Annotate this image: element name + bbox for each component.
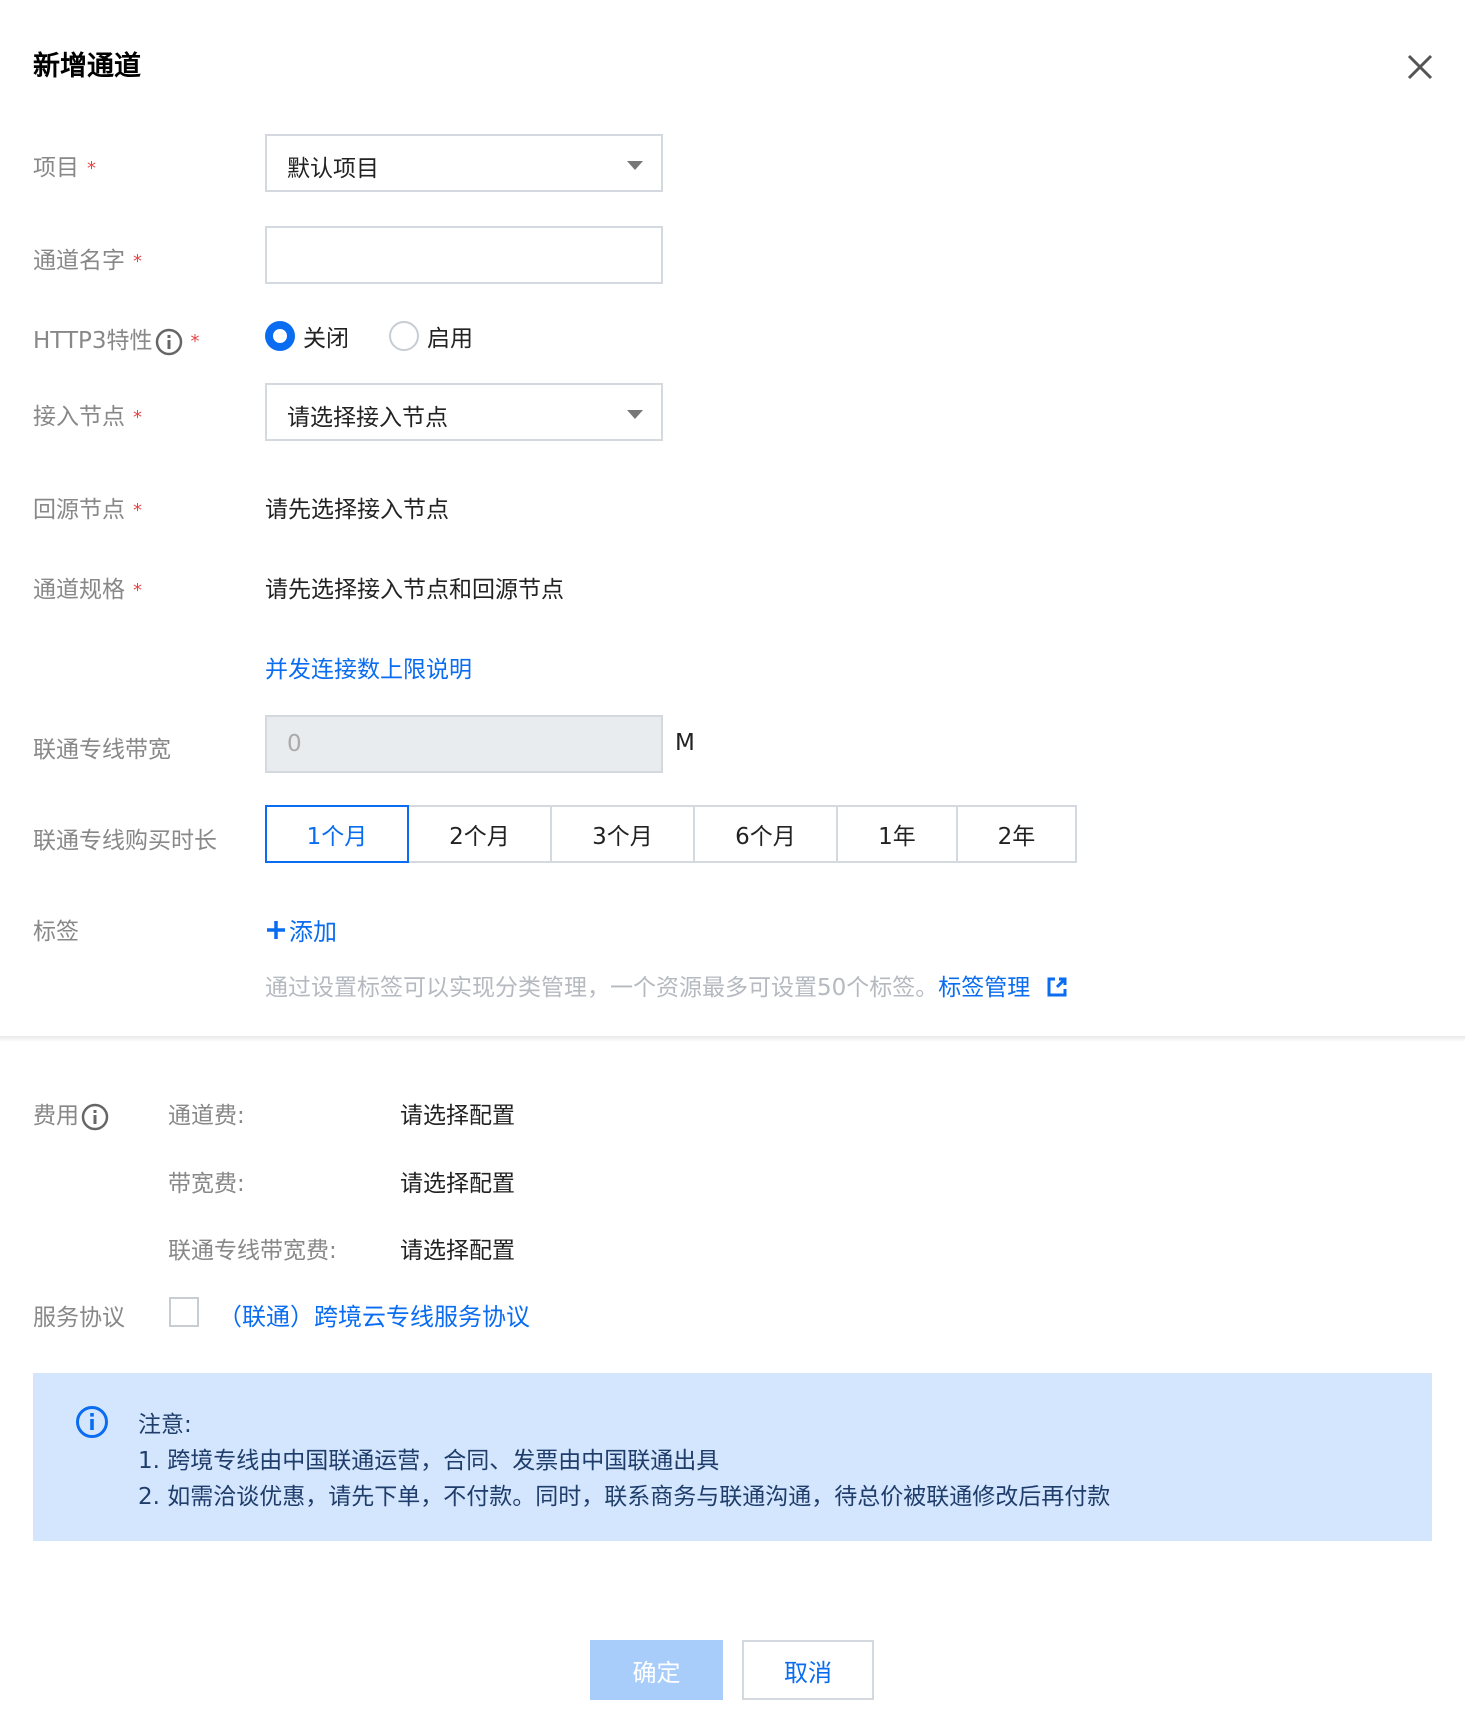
required-mark: * [190, 331, 200, 352]
notice-box: 注意: 1. 跨境专线由中国联通运营，合同、发票由中国联通出具 2. 如需洽谈优… [33, 1373, 1432, 1541]
duration-option-2m[interactable]: 2个月 [409, 805, 552, 863]
fee-value: 请选择配置 [400, 1238, 515, 1264]
caret-down-icon [627, 410, 643, 419]
duration-option-1m[interactable]: 1个月 [265, 805, 409, 863]
radio-checked-icon [265, 321, 295, 351]
duration-option-1y[interactable]: 1年 [838, 805, 958, 863]
origin-node-value: 请先选择接入节点 [265, 497, 449, 523]
notice-line: 1. 跨境专线由中国联通运营，合同、发票由中国联通出具 [138, 1448, 720, 1474]
fees-label: 费用 [33, 1096, 109, 1131]
duration-label: 联通专线购买时长 [33, 828, 217, 854]
fee-key: 通道费: [168, 1103, 245, 1129]
radio-label: 启用 [427, 326, 473, 352]
concurrency-limit-link[interactable]: 并发连接数上限说明 [265, 650, 472, 684]
fee-value: 请选择配置 [400, 1171, 515, 1197]
duration-option-3m[interactable]: 3个月 [552, 805, 695, 863]
confirm-button[interactable]: 确定 [590, 1640, 723, 1700]
agreement-label: 服务协议 [33, 1305, 125, 1331]
required-mark: * [87, 158, 96, 179]
required-mark: * [133, 580, 142, 601]
http3-radio-on[interactable]: 启用 [389, 319, 473, 353]
access-node-select-value: 请选择接入节点 [287, 405, 448, 431]
notice-title: 注意: [138, 1412, 192, 1438]
tags-hint: 通过设置标签可以实现分类管理，一个资源最多可设置50个标签。标签管理 [265, 968, 1068, 1002]
required-mark: * [133, 500, 142, 521]
add-tag-label: 添加 [289, 918, 337, 946]
origin-node-label: 回源节点 * [33, 497, 142, 523]
project-label: 项目 * [33, 155, 96, 181]
project-select[interactable]: 默认项目 [265, 134, 663, 192]
fee-key: 带宽费: [168, 1171, 245, 1197]
http3-label: HTTP3特性 * [33, 328, 200, 356]
external-link-icon[interactable] [1046, 976, 1068, 998]
tags-label: 标签 [33, 919, 79, 945]
agreement-link[interactable]: （联通）跨境云专线服务协议 [218, 1297, 530, 1332]
duration-option-6m[interactable]: 6个月 [695, 805, 838, 863]
required-mark: * [133, 251, 142, 272]
close-icon[interactable] [1405, 52, 1435, 82]
tag-management-link[interactable]: 标签管理 [938, 975, 1030, 1001]
info-icon[interactable] [81, 1103, 109, 1131]
section-divider [0, 1036, 1465, 1042]
fee-key: 联通专线带宽费: [168, 1238, 337, 1264]
spec-label: 通道规格 * [33, 577, 142, 603]
duration-segmented: 1个月 2个月 3个月 6个月 1年 2年 [265, 805, 1077, 863]
fee-value: 请选择配置 [400, 1103, 515, 1129]
radio-unchecked-icon [389, 321, 419, 351]
plus-icon [267, 920, 285, 939]
info-icon[interactable] [155, 328, 183, 356]
required-mark: * [133, 407, 142, 428]
access-node-select[interactable]: 请选择接入节点 [265, 383, 663, 441]
notice-line: 2. 如需洽谈优惠，请先下单，不付款。同时，联系商务与联通沟通，待总价被联通修改… [138, 1484, 1111, 1510]
dialog-title: 新增通道 [33, 51, 141, 82]
tags-hint-text: 通过设置标签可以实现分类管理，一个资源最多可设置50个标签。 [265, 975, 939, 1001]
bandwidth-input[interactable] [265, 715, 663, 773]
agreement-checkbox[interactable] [169, 1297, 199, 1327]
cancel-button[interactable]: 取消 [742, 1640, 874, 1700]
access-node-label: 接入节点 * [33, 404, 142, 430]
spec-value: 请先选择接入节点和回源节点 [265, 577, 564, 603]
channel-name-input[interactable] [265, 226, 663, 284]
bandwidth-label: 联通专线带宽 [33, 737, 171, 763]
project-select-value: 默认项目 [287, 156, 379, 182]
http3-radio-off[interactable]: 关闭 [265, 319, 349, 353]
bandwidth-unit: M [675, 730, 695, 756]
caret-down-icon [627, 161, 643, 170]
duration-option-2y[interactable]: 2年 [958, 805, 1077, 863]
info-icon [76, 1406, 108, 1438]
new-channel-dialog: 新增通道 项目 * 默认项目 通道名字 * HTTP3特性 * 关闭 启用 接入节点 *… [0, 0, 1465, 1734]
radio-label: 关闭 [303, 326, 349, 352]
channel-name-label: 通道名字 * [33, 248, 142, 274]
add-tag-button[interactable]: 添加 [265, 912, 337, 947]
